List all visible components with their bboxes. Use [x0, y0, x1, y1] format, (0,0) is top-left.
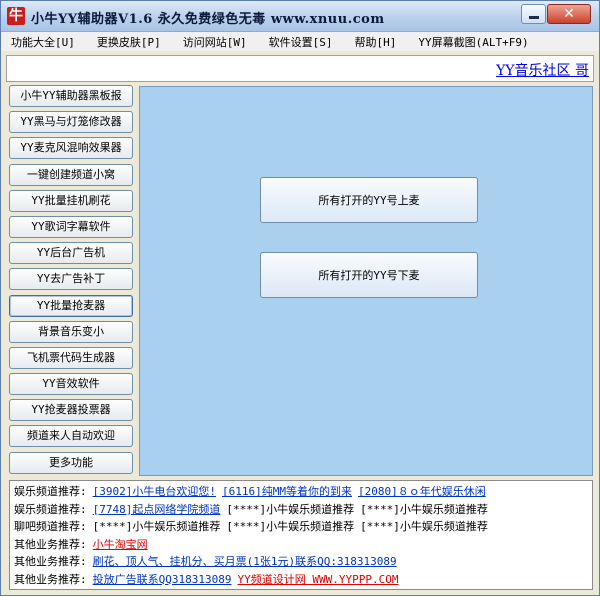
channel-link[interactable]: [3902]小牛电台欢迎您!: [93, 485, 216, 498]
sidebar-button-batch-flowers[interactable]: YY批量挂机刷花: [9, 189, 133, 212]
menu-change-skin[interactable]: 更换皮肤[P]: [97, 34, 161, 50]
sidebar-button-more[interactable]: 更多功能: [9, 451, 133, 474]
recommendation-panel: 娱乐频道推荐: [3902]小牛电台欢迎您! [6116]纯MM等着你的到来 [208…: [9, 480, 593, 590]
footer-row: 其他业务推荐: 刷花、顶人气、挂机分、买月票(1张1元)联系QQ:31831308…: [14, 553, 588, 571]
channel-placeholder: [****]小牛娱乐频道推荐: [92, 520, 221, 533]
top-banner: YY音乐社区 哥: [6, 55, 594, 82]
yy-music-community-link[interactable]: YY音乐社区 哥: [496, 60, 589, 80]
app-logo-icon: 牛: [7, 7, 25, 25]
all-mic-up-button[interactable]: 所有打开的YY号上麦: [260, 177, 478, 223]
row-label: 其他业务推荐:: [14, 555, 87, 568]
window-title: 小牛YY辅助器V1.6 永久免费绿色无毒 www.xnuu.com: [31, 12, 385, 27]
all-mic-down-button[interactable]: 所有打开的YY号下麦: [260, 252, 478, 298]
sidebar-button-create-channel[interactable]: 一键创建频道小窝: [9, 163, 133, 186]
row-label: 其他业务推荐:: [14, 537, 87, 551]
minimize-icon: [528, 15, 539, 19]
channel-design-link[interactable]: YY频道设计网 WWW.YYPPP.COM: [237, 573, 398, 586]
channel-link[interactable]: [7748]起点网络学院频道: [93, 503, 221, 516]
taobao-link[interactable]: 小牛淘宝网: [93, 538, 148, 551]
function-sidebar: 小牛YY辅助器黑板报 YY黑马与灯笼修改器 YY麦克风混响效果器 一键创建频道小…: [9, 85, 133, 478]
channel-placeholder: [****]小牛娱乐频道推荐: [226, 502, 355, 516]
sidebar-button-horse-lantern[interactable]: YY黑马与灯笼修改器: [9, 111, 133, 134]
sidebar-button-lyrics[interactable]: YY歌词字幕软件: [9, 215, 133, 238]
footer-row: 娱乐频道推荐: [7748]起点网络学院频道 [****]小牛娱乐频道推荐 [****…: [14, 501, 588, 519]
service-link[interactable]: 刷花、顶人气、挂机分、买月票(1张1元)联系QQ:318313089: [93, 555, 397, 568]
channel-placeholder: [****]小牛娱乐频道推荐: [360, 502, 488, 516]
row-label: 聊吧频道推荐:: [14, 520, 87, 533]
row-label: 其他业务推荐:: [14, 572, 87, 586]
row-label: 娱乐频道推荐:: [14, 502, 87, 516]
sidebar-button-ad-machine[interactable]: YY后台广告机: [9, 242, 133, 265]
channel-link[interactable]: [2080]８ｏ年代娱乐休闲: [358, 485, 486, 498]
sidebar-button-ticket-code[interactable]: 飞机票代码生成器: [9, 346, 133, 369]
footer-row: 娱乐频道推荐: [3902]小牛电台欢迎您! [6116]纯MM等着你的到来 [208…: [14, 483, 588, 501]
menu-screenshot[interactable]: YY屏幕截图(ALT+F9): [418, 34, 528, 50]
sidebar-button-bg-music[interactable]: 背景音乐变小: [9, 320, 133, 343]
ad-contact-link[interactable]: 投放广告联系QQ318313089: [93, 573, 232, 586]
main-panel: 所有打开的YY号上麦 所有打开的YY号下麦: [139, 86, 593, 476]
sidebar-button-auto-welcome[interactable]: 频道来人自动欢迎: [9, 425, 133, 448]
row-label: 娱乐频道推荐:: [14, 485, 87, 498]
menu-functions[interactable]: 功能大全[U]: [11, 34, 75, 50]
menu-visit-website[interactable]: 访问网站[W]: [183, 34, 247, 50]
sidebar-button-batch-mic[interactable]: YY批量抢麦器: [9, 294, 133, 317]
footer-row: 其他业务推荐: 小牛淘宝网: [14, 536, 588, 554]
channel-placeholder: [****]小牛娱乐频道推荐: [226, 520, 355, 533]
minimize-button[interactable]: [521, 4, 546, 24]
menu-settings[interactable]: 软件设置[S]: [269, 34, 333, 50]
sidebar-button-mic-vote[interactable]: YY抢麦器投票器: [9, 399, 133, 422]
sidebar-button-mic-reverb[interactable]: YY麦克风混响效果器: [9, 137, 133, 160]
close-icon: ✕: [563, 6, 575, 22]
sidebar-button-remove-ads[interactable]: YY去广告补丁: [9, 268, 133, 291]
footer-row: 其他业务推荐: 投放广告联系QQ318313089 YY频道设计网 WWW.YYPP…: [14, 571, 588, 589]
channel-placeholder: [****]小牛娱乐频道推荐: [360, 520, 488, 533]
menu-bar: 功能大全[U] 更换皮肤[P] 访问网站[W] 软件设置[S] 帮助[H] YY…: [1, 32, 599, 51]
close-button[interactable]: ✕: [547, 4, 591, 24]
sidebar-button-sound-fx[interactable]: YY音效软件: [9, 373, 133, 396]
sidebar-button-bulletin[interactable]: 小牛YY辅助器黑板报: [9, 85, 133, 107]
channel-link[interactable]: [6116]纯MM等着你的到来: [222, 485, 352, 498]
app-window: 牛 小牛YY辅助器V1.6 永久免费绿色无毒 www.xnuu.com ✕ 功能…: [0, 0, 600, 596]
menu-help[interactable]: 帮助[H]: [355, 34, 397, 50]
footer-row: 聊吧频道推荐: [****]小牛娱乐频道推荐 [****]小牛娱乐频道推荐 [****…: [14, 518, 588, 536]
title-bar[interactable]: 牛 小牛YY辅助器V1.6 永久免费绿色无毒 www.xnuu.com ✕: [1, 1, 599, 32]
